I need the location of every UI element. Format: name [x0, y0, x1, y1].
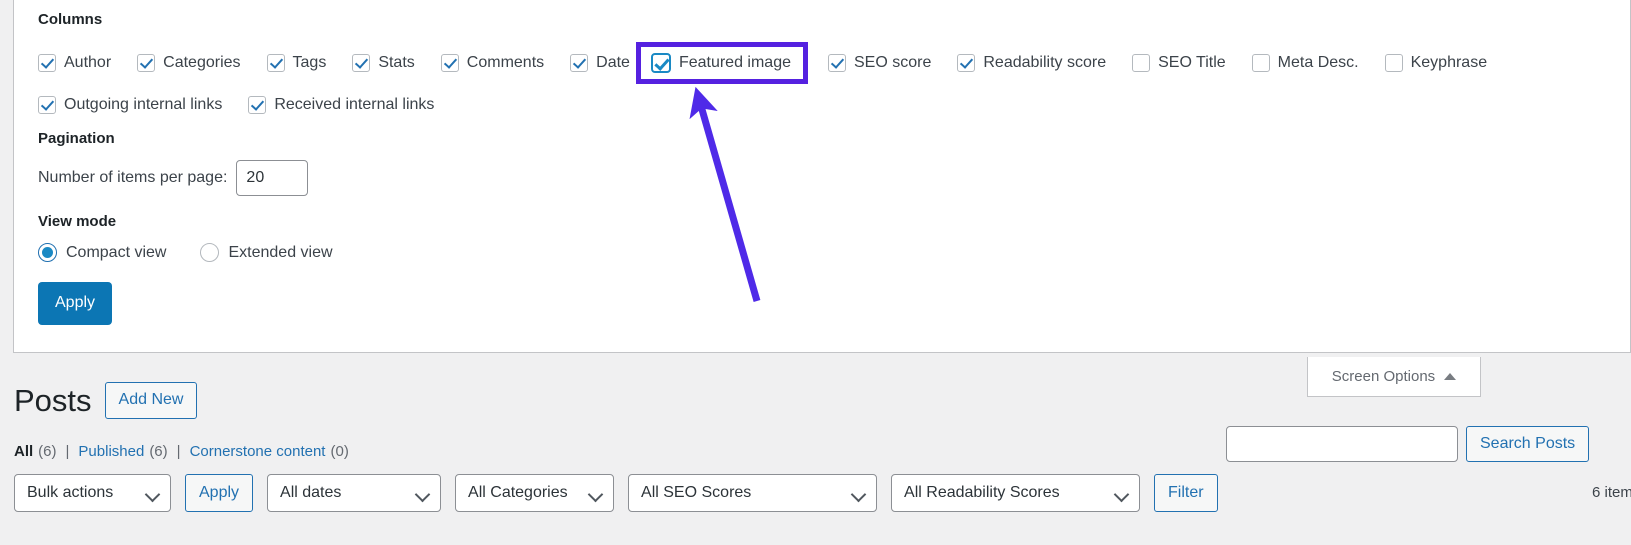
- column-checkbox-readability-score[interactable]: Readability score: [957, 54, 1106, 72]
- column-label: Tags: [292, 54, 327, 71]
- column-checkbox-date[interactable]: Date: [570, 54, 630, 72]
- checkbox-icon[interactable]: [137, 54, 156, 72]
- column-label: Keyphrase: [1410, 54, 1488, 71]
- chevron-down-icon: [850, 486, 867, 503]
- status-link-published[interactable]: Published: [78, 443, 144, 460]
- column-checkbox-received-internal-links[interactable]: Received internal links: [248, 96, 434, 114]
- triangle-up-icon: [1444, 373, 1457, 380]
- column-checkbox-featured-image[interactable]: Featured image: [635, 42, 808, 84]
- readability-filter-select[interactable]: All Readability Scores: [891, 474, 1141, 512]
- screen-options-tab-label: Screen Options: [1331, 368, 1436, 385]
- chevron-down-icon: [144, 486, 161, 503]
- chevron-down-icon: [414, 486, 431, 503]
- apply-screen-options-button[interactable]: Apply: [38, 282, 113, 325]
- checkbox-icon[interactable]: [248, 96, 267, 114]
- checkbox-icon[interactable]: [828, 54, 846, 72]
- column-checkbox-seo-title[interactable]: SEO Title: [1132, 54, 1226, 72]
- bulk-actions-select[interactable]: Bulk actions: [14, 474, 171, 512]
- page-title: Posts: [14, 383, 92, 418]
- status-count-published: (6): [149, 443, 168, 460]
- status-separator: |: [65, 443, 70, 460]
- filter-bar: Bulk actions Apply All dates All Categor…: [14, 474, 1218, 512]
- status-link-cornerstone-content[interactable]: Cornerstone content: [190, 443, 326, 460]
- filter-button[interactable]: Filter: [1154, 474, 1218, 512]
- column-checkbox-categories[interactable]: Categories: [137, 54, 241, 72]
- status-count-cornerstone-content: (0): [330, 443, 349, 460]
- view-mode-compact[interactable]: Compact view: [38, 243, 166, 262]
- checkbox-icon[interactable]: [38, 96, 56, 114]
- column-label: Readability score: [983, 54, 1107, 71]
- view-mode-label: Compact view: [66, 243, 167, 261]
- column-label: Date: [596, 54, 630, 71]
- seo-score-filter-value: All SEO Scores: [641, 484, 752, 501]
- category-filter-select[interactable]: All Categories: [455, 474, 615, 512]
- columns-legend: Columns: [38, 11, 103, 28]
- column-checkbox-keyphrase[interactable]: Keyphrase: [1384, 54, 1488, 72]
- date-filter-value: All dates: [280, 484, 342, 501]
- column-label: Stats: [378, 54, 415, 71]
- column-label: Author: [64, 54, 112, 71]
- column-label: SEO Title: [1158, 54, 1226, 71]
- column-checkbox-tags[interactable]: Tags: [266, 54, 327, 72]
- checkbox-icon[interactable]: [1132, 54, 1151, 72]
- column-label: SEO score: [854, 54, 932, 71]
- column-checkbox-meta-desc[interactable]: Meta Desc.: [1251, 54, 1359, 72]
- category-filter-value: All Categories: [468, 484, 568, 501]
- view-mode-legend: View mode: [38, 213, 117, 230]
- page-heading-row: Posts Add New: [14, 382, 198, 419]
- view-mode-label: Extended view: [228, 243, 333, 261]
- checkbox-icon[interactable]: [1384, 54, 1403, 72]
- column-label: Featured image: [678, 54, 791, 71]
- screen-options-panel: Columns Author Categories Tags Stats Com…: [13, 0, 1631, 353]
- view-mode-radio-row: Compact view Extended view: [38, 243, 1630, 262]
- column-label: Categories: [163, 54, 241, 71]
- checkbox-icon[interactable]: [1251, 54, 1270, 72]
- screen-options-tab[interactable]: Screen Options: [1307, 357, 1481, 397]
- column-label: Meta Desc.: [1277, 54, 1359, 71]
- column-checkbox-outgoing-internal-links[interactable]: Outgoing internal links: [38, 96, 222, 114]
- columns-checkbox-row-2: Outgoing internal links Received interna…: [38, 96, 1630, 114]
- search-area: Search Posts: [1226, 426, 1590, 462]
- items-per-page-row: Number of items per page:: [38, 160, 1630, 196]
- checkbox-icon[interactable]: [352, 54, 371, 72]
- search-input[interactable]: [1226, 426, 1458, 462]
- status-separator: |: [176, 443, 181, 460]
- seo-score-filter-select[interactable]: All SEO Scores: [628, 474, 878, 512]
- bulk-actions-value: Bulk actions: [27, 484, 114, 501]
- radio-icon[interactable]: [38, 243, 57, 262]
- checkbox-icon[interactable]: [570, 54, 589, 72]
- item-count: 6 items: [1592, 484, 1631, 501]
- column-checkbox-seo-score[interactable]: SEO score: [828, 54, 931, 72]
- add-new-button[interactable]: Add New: [104, 382, 198, 419]
- columns-checkbox-row-1: Author Categories Tags Stats Comments Da: [38, 42, 1630, 84]
- view-mode-extended[interactable]: Extended view: [200, 243, 333, 262]
- checkbox-icon[interactable]: [38, 54, 56, 72]
- checkbox-icon[interactable]: [650, 53, 671, 73]
- column-checkbox-comments[interactable]: Comments: [440, 54, 545, 72]
- checkbox-icon[interactable]: [440, 54, 459, 72]
- column-label: Comments: [466, 54, 545, 71]
- apply-bulk-actions-button[interactable]: Apply: [185, 474, 254, 512]
- items-per-page-label: Number of items per page:: [38, 169, 228, 186]
- date-filter-select[interactable]: All dates: [267, 474, 442, 512]
- status-link-all[interactable]: All: [14, 443, 33, 460]
- status-count-all: (6): [38, 443, 57, 460]
- status-links: All (6) | Published (6) | Cornerstone co…: [14, 443, 349, 460]
- chevron-down-icon: [1113, 486, 1130, 503]
- column-label: Received internal links: [274, 96, 435, 113]
- chevron-down-icon: [587, 486, 604, 503]
- checkbox-icon[interactable]: [266, 54, 285, 72]
- pagination-legend: Pagination: [38, 130, 115, 147]
- readability-filter-value: All Readability Scores: [904, 484, 1060, 501]
- column-checkbox-author[interactable]: Author: [38, 54, 111, 72]
- column-label: Outgoing internal links: [64, 96, 223, 113]
- items-per-page-input[interactable]: [236, 160, 309, 196]
- column-checkbox-stats[interactable]: Stats: [352, 54, 415, 72]
- radio-icon[interactable]: [200, 243, 220, 262]
- checkbox-icon[interactable]: [957, 54, 976, 72]
- search-posts-button[interactable]: Search Posts: [1466, 426, 1590, 462]
